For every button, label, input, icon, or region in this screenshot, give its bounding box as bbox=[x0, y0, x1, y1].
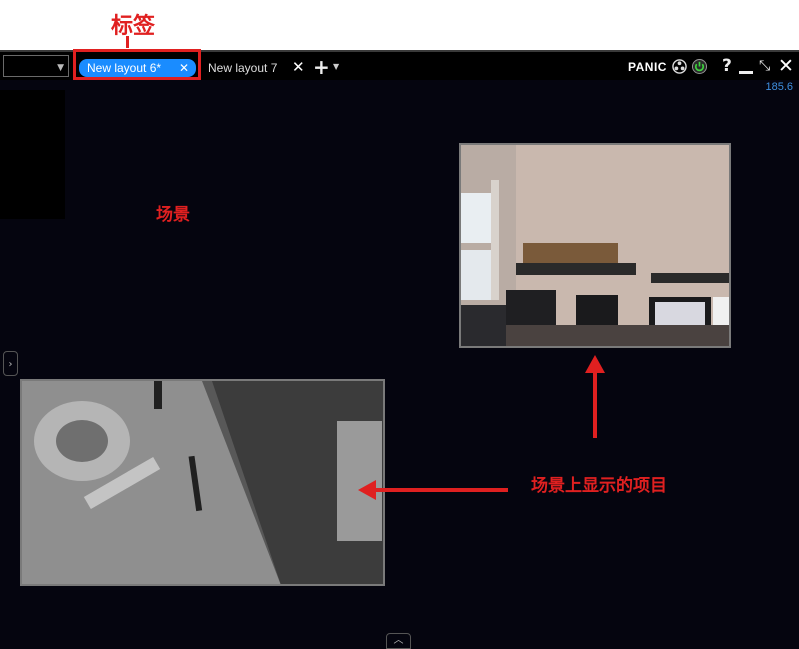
tab-label: New layout 6* bbox=[87, 61, 162, 75]
annotation-items-label: 场景上显示的项目 bbox=[531, 476, 667, 496]
chevron-down-icon: ▼ bbox=[57, 63, 64, 73]
chevron-right-icon: › bbox=[8, 359, 13, 370]
close-tab-icon[interactable]: ✕ bbox=[179, 59, 189, 77]
annotation-arrow-up bbox=[585, 355, 605, 438]
client-window: ▼ New layout 6* ✕ New layout 7 ✕ + ▼ PAN… bbox=[0, 49, 799, 649]
annotation-tab-label: 标签 bbox=[111, 14, 156, 39]
minimize-icon[interactable] bbox=[739, 71, 753, 74]
side-panel-toggle[interactable]: › bbox=[3, 351, 18, 376]
close-tab-icon[interactable]: ✕ bbox=[292, 58, 305, 76]
camera-feed-desk bbox=[22, 381, 383, 584]
panic-button[interactable]: PANIC bbox=[628, 60, 667, 74]
tab-new-layout-6[interactable]: New layout 6* ✕ bbox=[79, 59, 196, 77]
reel-icon[interactable] bbox=[672, 59, 687, 74]
fullscreen-icon[interactable]: ⤡ bbox=[759, 58, 770, 74]
close-icon[interactable]: ✕ bbox=[778, 55, 794, 77]
annotation-scene-label: 场景 bbox=[156, 205, 190, 225]
annotation-arrow-left bbox=[358, 480, 508, 500]
fps-counter: 185.6 bbox=[765, 81, 793, 93]
scene-edge-shade bbox=[0, 90, 65, 219]
timeline-toggle[interactable]: ︿ bbox=[386, 633, 411, 649]
camera-item-office[interactable] bbox=[459, 143, 731, 348]
chevron-down-icon[interactable]: ▼ bbox=[333, 62, 339, 71]
tab-bar: ▼ New layout 6* ✕ New layout 7 ✕ + ▼ PAN… bbox=[0, 49, 799, 80]
power-icon[interactable] bbox=[692, 59, 707, 74]
add-tab-icon[interactable]: + bbox=[313, 55, 330, 79]
layout-selector-dropdown[interactable]: ▼ bbox=[3, 55, 69, 77]
help-icon[interactable]: ? bbox=[722, 56, 732, 76]
tab-new-layout-7[interactable]: New layout 7 bbox=[208, 61, 277, 75]
chevron-up-icon: ︿ bbox=[393, 635, 404, 646]
annotation-tab-pointer bbox=[126, 36, 129, 48]
camera-item-desk[interactable] bbox=[20, 379, 385, 586]
camera-feed-office bbox=[461, 145, 729, 346]
